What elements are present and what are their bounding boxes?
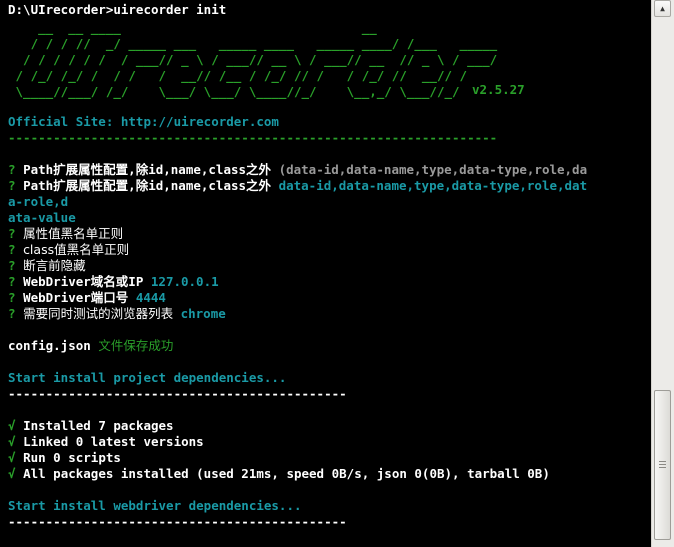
question-label: WebDriver端口号 [23,290,129,305]
question-answer: chrome [180,306,226,321]
result-text: Linked 0 latest versions [23,434,204,449]
question-label: 需要同时测试的浏览器列表 [23,306,174,321]
question-mark: ? [8,242,16,257]
command-prompt: D:\UIrecorder>uirecorder init [8,2,227,17]
question-label: WebDriver域名或IP [23,274,144,289]
question-answer: 4444 [135,290,166,305]
question-row: ? WebDriver域名或IP 127.0.0.1 [8,274,219,290]
question-default: (data-id,data-name,type,data-type,role,d… [278,162,588,177]
question-row: ? Path扩展属性配置,除id,name,class之外 data-id,da… [8,178,587,194]
question-answer: 127.0.0.1 [150,274,219,289]
grip-line [659,461,666,462]
version-label: v2.5.27 [472,82,525,97]
question-mark: ? [8,226,16,241]
logo-line: __ __ ____ __ [8,20,377,35]
question-label: 属性值黑名单正则 [23,226,124,241]
question-mark: ? [8,290,16,305]
question-mark: ? [8,162,16,177]
result-text: All packages installed (used 21ms, speed… [23,466,550,481]
result-row: √ Installed 7 packages [8,418,174,434]
question-mark: ? [8,178,16,193]
grip-line [659,467,666,468]
result-text: Installed 7 packages [23,418,174,433]
result-row: √ Run 0 scripts [8,450,121,466]
check-icon: √ [8,450,16,465]
question-row: ? 需要同时测试的浏览器列表 chrome [8,306,226,322]
question-row: ? Path扩展属性配置,除id,name,class之外 (data-id,d… [8,162,587,178]
question-label: class值黑名单正则 [23,242,130,257]
question-label: 断言前隐藏 [23,258,86,273]
answer-wrap: ata-value [8,210,76,225]
scroll-up-icon[interactable]: ▲ [654,0,671,17]
logo-line: / / / // _/ _____ ___ _____ ____ _____ _… [8,36,498,51]
console-window[interactable]: D:\UIrecorder>uirecorder init __ __ ____… [0,0,651,547]
webdriver-deps-heading: Start install webdriver dependencies... [8,498,302,513]
result-row: √ All packages installed (used 21ms, spe… [8,466,550,482]
grip-line [659,464,666,465]
question-row: ? WebDriver端口号 4444 [8,290,166,306]
result-text: Run 0 scripts [23,450,121,465]
question-mark: ? [8,306,16,321]
scrollbar-thumb[interactable] [654,390,671,540]
check-icon: √ [8,466,16,481]
question-row: ? 属性值黑名单正则 [8,226,123,242]
question-answer: data-id,data-name,type,data-type,role,da… [278,178,588,193]
logo-line: / / / / / / / ___// _ \ / ___// __ \ / _… [8,52,498,67]
vertical-scrollbar[interactable]: ▲ [651,0,674,547]
question-row: ? class值黑名单正则 [8,242,129,258]
question-label: Path扩展属性配置,除id,name,class之外 [23,178,272,193]
separator-line: ----------------------------------------… [8,514,347,529]
result-row: √ Linked 0 latest versions [8,434,204,450]
question-mark: ? [8,258,16,273]
check-icon: √ [8,418,16,433]
separator-line: ----------------------------------------… [8,386,347,401]
check-icon: √ [8,434,16,449]
answer-wrap: a-role,d [8,194,69,209]
separator-line: ----------------------------------------… [8,130,498,145]
question-label: Path扩展属性配置,除id,name,class之外 [23,162,272,177]
question-mark: ? [8,274,16,289]
question-row: ? 断言前隐藏 [8,258,86,274]
logo-line: \____//___/ /_/ \___/ \___/ \____//_/ \_… [8,84,460,99]
config-saved-row: config.json 文件保存成功 [8,338,173,354]
config-saved-message: 文件保存成功 [98,338,174,353]
logo-line: / /_/ /_/ / / / / __// /__ / /_/ // / / … [8,68,468,83]
config-file-name: config.json [8,338,91,353]
project-deps-heading: Start install project dependencies... [8,370,287,385]
official-site-text: Official Site: http://uirecorder.com [8,114,279,129]
